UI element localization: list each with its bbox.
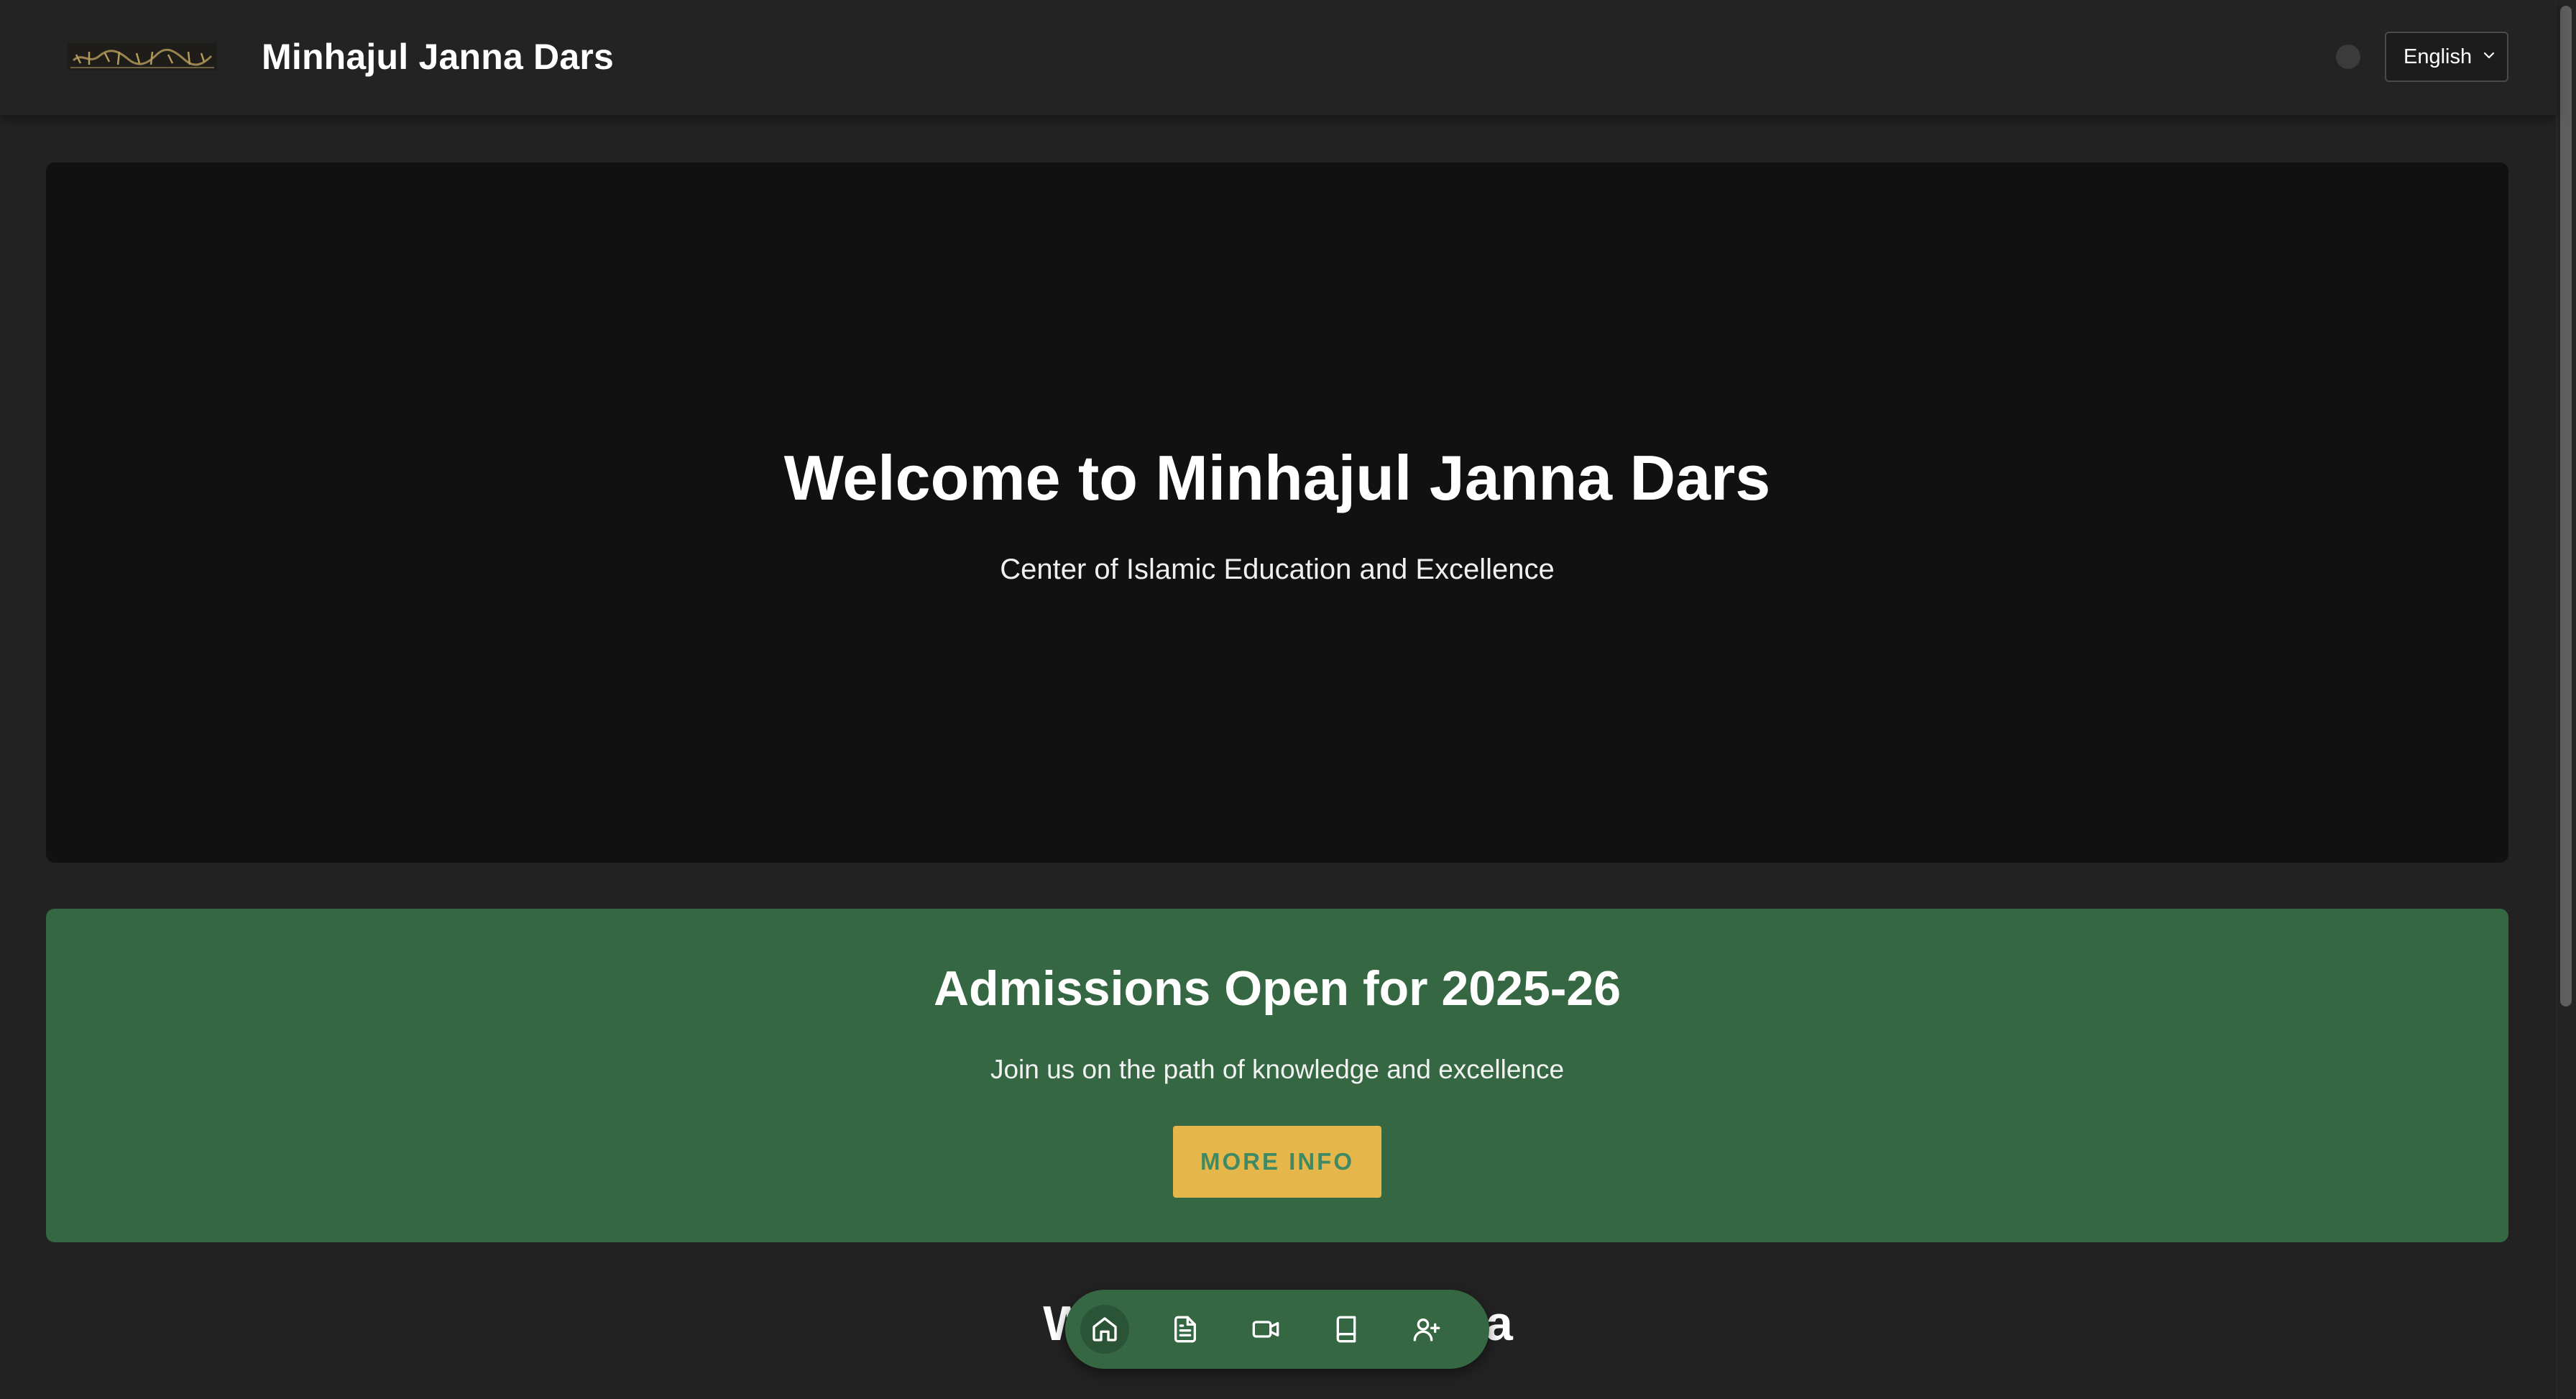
nav-documents[interactable] [1161,1305,1210,1354]
chevron-down-icon [2483,52,2495,59]
site-title[interactable]: Minhajul Janna Dars [262,33,614,81]
bottom-nav-bar [1065,1290,1489,1369]
user-plus-icon [1413,1318,1440,1341]
hero-subtitle: Center of Islamic Education and Excellen… [1000,554,1555,585]
hero-banner: Welcome to Minhajul Janna Dars Center of… [46,162,2508,863]
theme-toggle-icon[interactable] [2336,45,2360,69]
scrollbar-thumb[interactable] [2560,6,2572,1006]
document-icon [1174,1316,1196,1343]
arabic-calligraphy-logo[interactable] [68,36,217,78]
nav-books[interactable] [1322,1305,1371,1354]
video-icon [1252,1321,1279,1338]
admissions-title: Admissions Open for 2025-26 [933,961,1622,1016]
site-header: Minhajul Janna Dars English [0,0,2556,115]
page: Minhajul Janna Dars English Welcome to M… [0,0,2576,1399]
home-icon [1092,1317,1117,1341]
nav-videos[interactable] [1241,1305,1290,1354]
hero-title: Welcome to Minhajul Janna Dars [783,442,1771,513]
book-icon [1336,1316,1356,1343]
language-select-value: English [2404,45,2472,68]
more-info-button[interactable]: MORE INFO [1173,1126,1381,1198]
language-select[interactable]: English [2385,32,2508,82]
admissions-banner: Admissions Open for 2025-26 Join us on t… [46,909,2508,1242]
nav-home[interactable] [1080,1305,1129,1354]
admissions-subtitle: Join us on the path of knowledge and exc… [990,1055,1565,1084]
nav-register[interactable] [1402,1305,1451,1354]
